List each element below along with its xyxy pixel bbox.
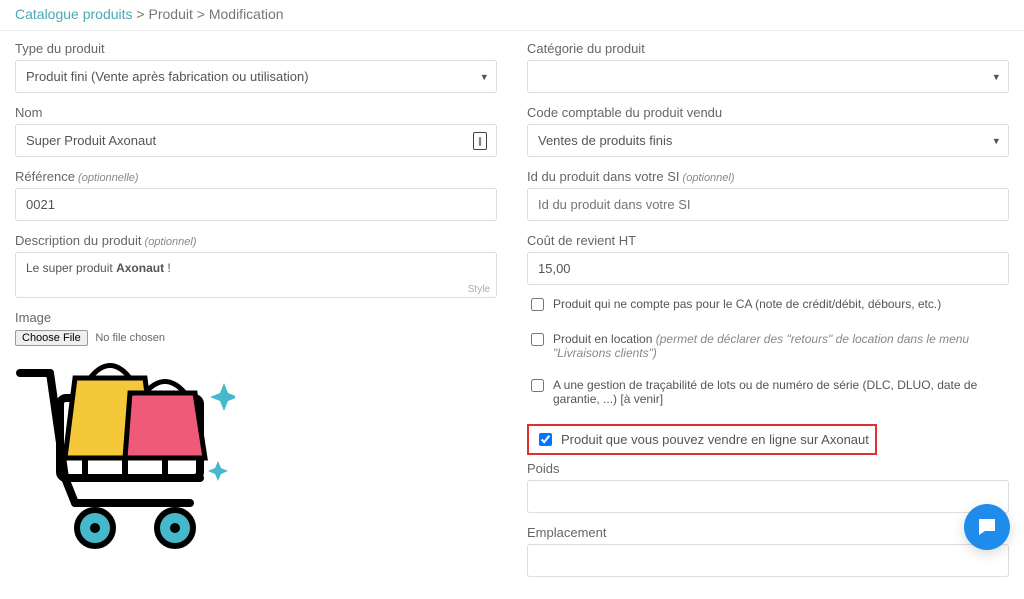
description-text: Le super produit Axonaut !: [26, 261, 171, 275]
checkbox-location[interactable]: [531, 333, 544, 346]
no-file-chosen-text: No file chosen: [95, 332, 165, 344]
checkbox-not-ca[interactable]: [531, 298, 544, 311]
chat-icon: [975, 515, 999, 539]
breadcrumb-mid: Produit: [149, 6, 193, 22]
checkbox-sell-online-label: Produit que vous pouvez vendre en ligne …: [561, 432, 869, 447]
breadcrumb: Catalogue produits > Produit > Modificat…: [0, 0, 1024, 31]
type-label: Type du produit: [15, 41, 497, 56]
name-label: Nom: [15, 105, 497, 120]
si-id-label: Id du produit dans votre SI (optionnel): [527, 169, 1009, 184]
checkbox-row-ca: Produit qui ne compte pas pour le CA (no…: [527, 297, 1009, 314]
breadcrumb-root-link[interactable]: Catalogue produits: [15, 6, 133, 22]
choose-file-button[interactable]: Choose File: [15, 330, 88, 346]
cost-label: Coût de revient HT: [527, 233, 1009, 248]
barcode-icon[interactable]: ∥: [473, 132, 487, 150]
checkbox-row-trace: A une gestion de traçabilité de lots ou …: [527, 378, 1009, 406]
si-id-input[interactable]: [527, 188, 1009, 221]
main-content: Type du produit Produit fini (Vente aprè…: [0, 31, 1024, 599]
category-select[interactable]: [527, 60, 1009, 93]
checkbox-row-online-highlight: Produit que vous pouvez vendre en ligne …: [527, 424, 877, 455]
product-image-preview: [15, 358, 497, 561]
right-column: Catégorie du produit Code comptable du p…: [527, 41, 1009, 589]
breadcrumb-sep: >: [133, 6, 149, 22]
description-editor[interactable]: Le super produit Axonaut ! Style: [15, 252, 497, 298]
description-label: Description du produit (optionnel): [15, 233, 497, 248]
reference-label: Référence (optionnelle): [15, 169, 497, 184]
left-column: Type du produit Produit fini (Vente aprè…: [15, 41, 497, 589]
accounting-code-select[interactable]: Ventes de produits finis: [527, 124, 1009, 157]
checkbox-traceability[interactable]: [531, 379, 544, 392]
weight-label: Poids: [527, 461, 1009, 476]
location-label: Emplacement: [527, 525, 1009, 540]
checkbox-traceability-label: A une gestion de traçabilité de lots ou …: [553, 378, 1009, 406]
weight-input[interactable]: [527, 480, 1009, 513]
breadcrumb-leaf: Modification: [209, 6, 284, 22]
checkbox-not-ca-label: Produit qui ne compte pas pour le CA (no…: [553, 297, 941, 311]
checkbox-sell-online[interactable]: [539, 433, 552, 446]
shopping-cart-icon: [15, 358, 235, 558]
breadcrumb-sep: >: [193, 6, 209, 22]
location-input[interactable]: [527, 544, 1009, 577]
image-label: Image: [15, 310, 497, 325]
accounting-code-label: Code comptable du produit vendu: [527, 105, 1009, 120]
type-select[interactable]: Produit fini (Vente après fabrication ou…: [15, 60, 497, 93]
checkbox-row-location: Produit en location (permet de déclarer …: [527, 332, 1009, 360]
cost-input[interactable]: [527, 252, 1009, 285]
checkbox-location-label: Produit en location (permet de déclarer …: [553, 332, 1009, 360]
category-label: Catégorie du produit: [527, 41, 1009, 56]
name-input[interactable]: [15, 124, 497, 157]
reference-input[interactable]: [15, 188, 497, 221]
editor-style-label: Style: [468, 284, 490, 295]
chat-widget-button[interactable]: [964, 504, 1010, 550]
